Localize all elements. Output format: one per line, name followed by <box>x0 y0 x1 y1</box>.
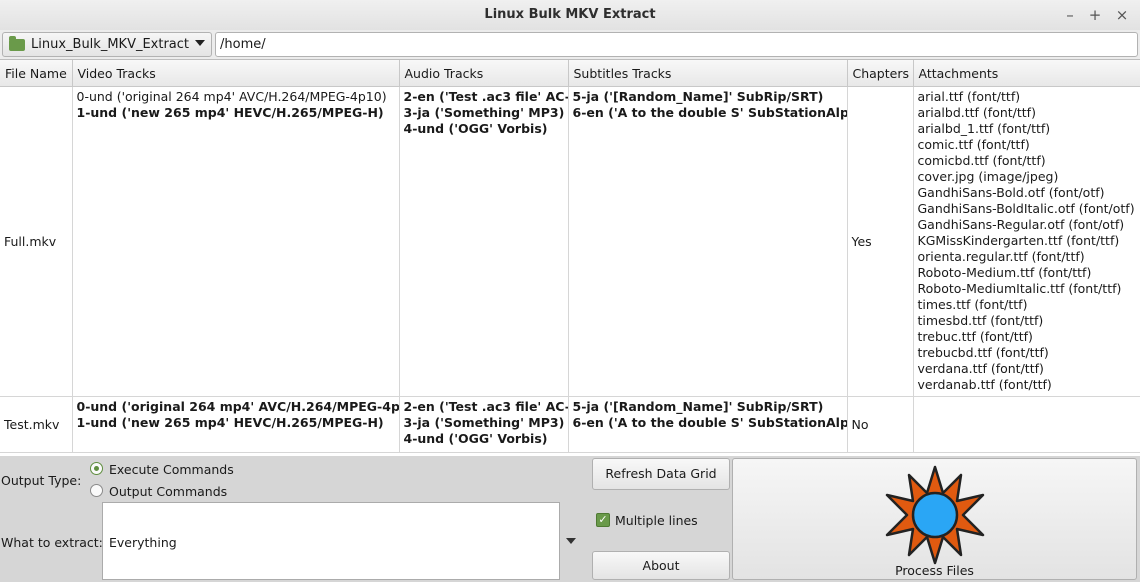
maximize-icon[interactable]: + <box>1085 5 1105 25</box>
controls-panel: Output Type: Execute Commands Output Com… <box>0 456 1140 582</box>
attachment-line: Roboto-MediumItalic.ttf (font/ttf) <box>917 281 1122 296</box>
file-name-cell: Full.mkv <box>0 86 73 397</box>
track-line: 0-und ('original 264 mp4' AVC/H.264/MPEG… <box>76 89 387 104</box>
sun-center <box>911 491 959 539</box>
track-line: 1-und ('new 265 mp4' HEVC/H.265/MPEG-H) <box>76 415 384 430</box>
attachments-cell <box>913 396 1140 453</box>
file-name-cell: Test.mkv <box>0 396 73 453</box>
table-row[interactable]: Test.mkv 0-und ('original 264 mp4' AVC/H… <box>0 396 1140 453</box>
execute-commands-label[interactable]: Execute Commands <box>109 462 234 477</box>
output-commands-label[interactable]: Output Commands <box>109 484 227 499</box>
extract-value: Everything <box>109 535 177 550</box>
track-line: 5-ja ('[Random_Name]' SubRip/SRT) <box>572 399 824 414</box>
track-line: 3-ja ('Something' MP3) <box>403 105 565 120</box>
path-bar: Linux_Bulk_MKV_Extract <box>0 30 1140 59</box>
attachment-line: orienta.regular.ttf (font/ttf) <box>917 249 1085 264</box>
attachment-line: trebucbd.ttf (font/ttf) <box>917 345 1049 360</box>
multiple-lines-label[interactable]: Multiple lines <box>615 513 698 528</box>
attachment-line: GandhiSans-BoldItalic.otf (font/otf) <box>917 201 1135 216</box>
attachment-line: arialbd.ttf (font/ttf) <box>917 105 1036 120</box>
attachment-line: timesbd.ttf (font/ttf) <box>917 313 1044 328</box>
attachment-line: comic.ttf (font/ttf) <box>917 137 1030 152</box>
column-header-file-name[interactable]: File Name <box>0 60 73 87</box>
folder-icon <box>9 36 25 51</box>
about-button[interactable]: About <box>592 551 730 580</box>
data-grid[interactable]: File Name Video Tracks Audio Tracks Subt… <box>0 59 1140 457</box>
what-to-extract-label: What to extract: <box>1 535 103 550</box>
table-row[interactable]: Full.mkv 0-und ('original 264 mp4' AVC/H… <box>0 86 1140 397</box>
chevron-down-icon <box>195 40 205 46</box>
column-header-attachments[interactable]: Attachments <box>913 60 1140 87</box>
attachment-line: verdana.ttf (font/ttf) <box>917 361 1044 376</box>
path-input[interactable] <box>215 32 1138 57</box>
grid-header: File Name Video Tracks Audio Tracks Subt… <box>0 60 1140 87</box>
subtitle-tracks-cell: 5-ja ('[Random_Name]' SubRip/SRT) 6-en (… <box>568 86 848 397</box>
attachment-line: Roboto-Medium.ttf (font/ttf) <box>917 265 1092 280</box>
track-line: 2-en ('Test .ac3 file' AC-3) <box>403 399 568 414</box>
column-header-subtitles[interactable]: Subtitles Tracks <box>568 60 848 87</box>
track-line: 4-und ('OGG' Vorbis) <box>403 121 548 136</box>
sun-icon <box>885 465 985 565</box>
track-line: 3-ja ('Something' MP3) <box>403 415 565 430</box>
column-header-audio[interactable]: Audio Tracks <box>399 60 569 87</box>
audio-tracks-cell: 2-en ('Test .ac3 file' AC-3) 3-ja ('Some… <box>399 396 569 453</box>
output-commands-radio[interactable] <box>90 484 103 497</box>
attachment-line: GandhiSans-Regular.otf (font/otf) <box>917 217 1125 232</box>
column-header-video[interactable]: Video Tracks <box>72 60 400 87</box>
process-files-label: Process Files <box>895 563 974 578</box>
subtitle-tracks-cell: 5-ja ('[Random_Name]' SubRip/SRT) 6-en (… <box>568 396 848 453</box>
attachment-line: comicbd.ttf (font/ttf) <box>917 153 1046 168</box>
track-line: 6-en ('A to the double S' SubStationAlph… <box>572 415 847 430</box>
refresh-grid-button[interactable]: Refresh Data Grid <box>592 458 730 490</box>
attachment-line: KGMissKindergarten.ttf (font/ttf) <box>917 233 1120 248</box>
multiple-lines-checkbox[interactable]: ✓ <box>596 513 610 527</box>
attachment-line: arialbd_1.ttf (font/ttf) <box>917 121 1051 136</box>
column-header-chapters[interactable]: Chapters <box>847 60 914 87</box>
chevron-down-icon[interactable] <box>566 538 576 544</box>
folder-label: Linux_Bulk_MKV_Extract <box>31 37 190 52</box>
attachment-line: GandhiSans-Bold.otf (font/otf) <box>917 185 1105 200</box>
chapters-cell: Yes <box>847 86 914 397</box>
attachment-line: times.ttf (font/ttf) <box>917 297 1028 312</box>
attachment-line: trebuc.ttf (font/ttf) <box>917 329 1033 344</box>
track-line: 0-und ('original 264 mp4' AVC/H.264/MPEG… <box>76 399 399 414</box>
attachments-cell: arial.ttf (font/ttf) arialbd.ttf (font/t… <box>913 86 1140 397</box>
execute-commands-radio[interactable] <box>90 462 103 475</box>
close-icon[interactable]: × <box>1112 5 1132 25</box>
track-line: 2-en ('Test .ac3 file' AC-3) <box>403 89 568 104</box>
track-line: 5-ja ('[Random_Name]' SubRip/SRT) <box>572 89 824 104</box>
title-bar: Linux Bulk MKV Extract – + × <box>0 0 1140 31</box>
track-line: 6-en ('A to the double S' SubStationAlph… <box>572 105 847 120</box>
minimize-icon[interactable]: – <box>1060 5 1080 25</box>
window-title: Linux Bulk MKV Extract <box>484 7 656 22</box>
audio-tracks-cell: 2-en ('Test .ac3 file' AC-3) 3-ja ('Some… <box>399 86 569 397</box>
process-files-button[interactable]: Process Files <box>732 458 1137 580</box>
attachment-line: cover.jpg (image/jpeg) <box>917 169 1059 184</box>
video-tracks-cell: 0-und ('original 264 mp4' AVC/H.264/MPEG… <box>72 396 400 453</box>
folder-combo[interactable]: Linux_Bulk_MKV_Extract <box>2 32 212 57</box>
video-tracks-cell: 0-und ('original 264 mp4' AVC/H.264/MPEG… <box>72 86 400 397</box>
extract-select[interactable]: Everything <box>102 502 560 580</box>
track-line: 1-und ('new 265 mp4' HEVC/H.265/MPEG-H) <box>76 105 384 120</box>
attachment-line: arial.ttf (font/ttf) <box>917 89 1021 104</box>
chapters-cell: No <box>847 396 914 453</box>
output-type-label: Output Type: <box>1 473 82 488</box>
attachment-line: verdanab.ttf (font/ttf) <box>917 377 1052 392</box>
track-line: 4-und ('OGG' Vorbis) <box>403 431 548 446</box>
